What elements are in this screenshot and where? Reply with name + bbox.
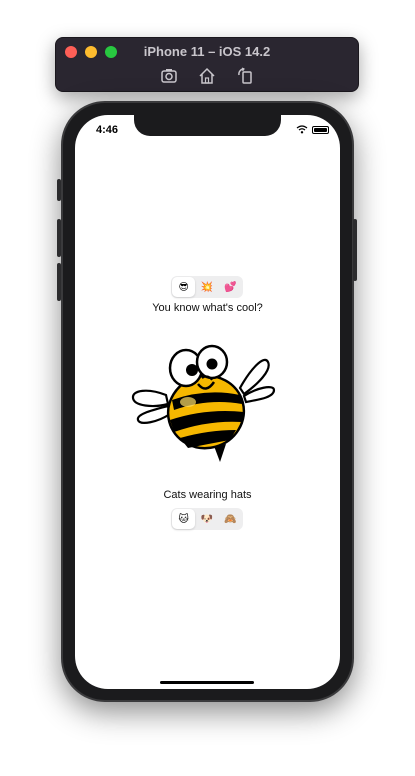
volume-up-button [57,219,61,257]
top-emoji-picker[interactable]: 😎 💥 💕 [171,276,243,298]
bottom-picker-option-2[interactable]: 🐶 [195,509,218,529]
top-picker-option-2[interactable]: 💥 [195,277,218,297]
bottom-picker-option-1[interactable]: 🐱 [172,509,196,529]
screenshot-icon[interactable] [159,66,179,86]
bottom-picker-option-3[interactable]: 🙈 [219,509,242,529]
top-caption: You know what's cool? [152,302,263,314]
bottom-caption: Cats wearing hats [163,489,252,501]
simulator-title: iPhone 11 – iOS 14.2 [143,44,271,59]
top-picker-option-1[interactable]: 😎 [172,277,196,297]
top-picker-option-3[interactable]: 💕 [219,277,242,297]
home-icon[interactable] [197,66,217,86]
bee-icon [131,344,276,462]
status-icons [296,125,329,134]
simulator-titlebar: iPhone 11 – iOS 14.2 [55,37,359,92]
rotate-icon[interactable] [235,66,255,86]
bottom-emoji-picker[interactable]: 🐱 🐶 🙈 [171,508,243,530]
stage: iPhone 11 – iOS 14.2 4:46 😎 💥 💕 You know… [0,0,415,776]
status-time: 4:46 [96,124,119,136]
battery-icon [312,125,329,134]
home-indicator[interactable] [160,681,254,684]
power-button [353,219,357,281]
volume-down-button [57,263,61,301]
wifi-icon [296,125,308,134]
notch [134,114,281,136]
mute-switch [57,179,61,201]
simulator-toolbar [56,66,358,86]
